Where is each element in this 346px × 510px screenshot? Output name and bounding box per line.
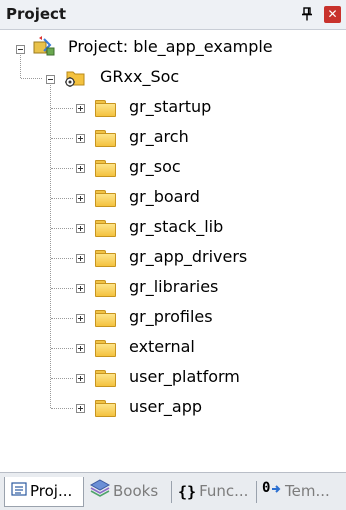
tree-item-label: GRxx_Soc: [100, 67, 180, 86]
project-tree: Project: ble_app_example GRxx_Soc gr_sta…: [0, 30, 346, 470]
folder-icon: [95, 160, 116, 177]
tree-connector: [51, 198, 73, 199]
tree-connector: [51, 108, 73, 109]
folder-icon: [95, 340, 116, 357]
tree-item-group[interactable]: user_app: [0, 392, 346, 422]
tree-connector: [51, 378, 73, 379]
panel-title: Project: [6, 5, 67, 23]
functions-icon: {}: [178, 482, 197, 501]
tab-separator: [171, 481, 172, 503]
collapse-icon[interactable]: [16, 45, 25, 54]
tree-connector: [51, 228, 73, 229]
tree-connector: [51, 408, 73, 409]
tab-functions[interactable]: {} Func...: [178, 477, 256, 507]
expand-icon[interactable]: [76, 284, 85, 293]
folder-icon: [95, 220, 116, 237]
folder-icon: [95, 400, 116, 417]
tree-item-group[interactable]: gr_startup: [0, 92, 346, 122]
expand-icon[interactable]: [76, 164, 85, 173]
expand-icon[interactable]: [76, 254, 85, 263]
project-icon: [31, 36, 57, 62]
tree-item-label: gr_app_drivers: [129, 247, 248, 266]
tree-item-group[interactable]: gr_arch: [0, 122, 346, 152]
expand-icon[interactable]: [76, 404, 85, 413]
tree-item-label: gr_libraries: [129, 277, 219, 296]
tree-item-label: gr_board: [129, 187, 200, 206]
expand-icon[interactable]: [76, 374, 85, 383]
expand-icon[interactable]: [76, 314, 85, 323]
templates-icon: 0: [262, 478, 282, 506]
folder-icon: [95, 310, 116, 327]
tree-item-label: external: [129, 337, 195, 356]
books-icon: [89, 478, 111, 506]
folder-icon: [95, 250, 116, 267]
tree-item-label: gr_profiles: [129, 307, 213, 326]
tree-item-label: user_app: [129, 397, 203, 416]
tab-label: Books: [113, 482, 159, 500]
tree-item-label: gr_soc: [129, 157, 181, 176]
tree-item-group[interactable]: gr_profiles: [0, 302, 346, 332]
expand-icon[interactable]: [76, 224, 85, 233]
tree-item-project-root[interactable]: Project: ble_app_example: [0, 32, 346, 62]
expand-icon[interactable]: [76, 134, 85, 143]
tree-connector: [51, 318, 73, 319]
tree-item-label: gr_startup: [129, 97, 212, 116]
target-folder-icon: [63, 68, 87, 92]
folder-icon: [95, 370, 116, 387]
folder-icon: [95, 130, 116, 147]
tree-connector: [51, 348, 73, 349]
tree-connector: [51, 258, 73, 259]
svg-text:0: 0: [262, 480, 270, 496]
tab-label: Proj...: [30, 482, 73, 500]
expand-icon[interactable]: [76, 194, 85, 203]
panel-tab-strip: Proj... Books {} Func... 0 Tem...: [0, 472, 346, 510]
tree-item-group[interactable]: gr_libraries: [0, 272, 346, 302]
tab-label: Tem...: [285, 482, 330, 500]
tree-item-label: Project: ble_app_example: [68, 37, 273, 56]
tree-item-label: gr_stack_lib: [129, 217, 224, 236]
tab-books[interactable]: Books: [89, 477, 170, 507]
tree-item-group[interactable]: gr_board: [0, 182, 346, 212]
tab-label: Func...: [199, 482, 249, 500]
tab-separator: [256, 481, 257, 503]
tree-connector: [51, 168, 73, 169]
tree-item-label: gr_arch: [129, 127, 189, 146]
tree-connector: [51, 288, 73, 289]
folder-icon: [95, 190, 116, 207]
panel-title-bar: Project ✕: [0, 0, 346, 30]
collapse-icon[interactable]: [46, 75, 55, 84]
tab-templates[interactable]: 0 Tem...: [262, 477, 342, 507]
tree-item-label: user_platform: [129, 367, 240, 386]
tab-project[interactable]: Proj...: [4, 477, 84, 507]
folder-icon: [95, 280, 116, 297]
tree-item-group[interactable]: gr_stack_lib: [0, 212, 346, 242]
tree-item-group[interactable]: gr_soc: [0, 152, 346, 182]
project-tab-icon: [11, 478, 27, 506]
tree-item-target[interactable]: GRxx_Soc: [0, 62, 346, 92]
tree-connector: [51, 138, 73, 139]
tree-item-group[interactable]: external: [0, 332, 346, 362]
expand-icon[interactable]: [76, 104, 85, 113]
tree-item-group[interactable]: user_platform: [0, 362, 346, 392]
pin-icon[interactable]: [300, 7, 314, 23]
close-icon[interactable]: ✕: [324, 6, 341, 23]
folder-icon: [95, 100, 116, 117]
expand-icon[interactable]: [76, 344, 85, 353]
tree-item-group[interactable]: gr_app_drivers: [0, 242, 346, 272]
